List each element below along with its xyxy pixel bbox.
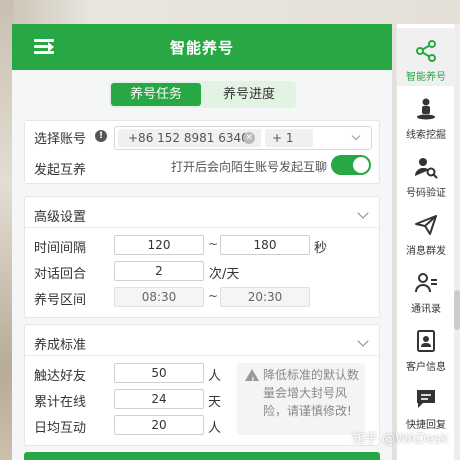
sidebar-item-smart-nurture[interactable]: 智能养号 [397, 28, 455, 86]
friends-input[interactable]: 50 [114, 363, 204, 383]
sidebar-item-label: 通讯录 [411, 304, 441, 315]
scrollbar[interactable] [454, 24, 460, 460]
chevron-down-icon[interactable] [357, 207, 369, 219]
period-start-input[interactable]: 08:30 [114, 287, 204, 307]
sidebar-item-lead-mining[interactable]: 线索挖掘 [397, 86, 455, 144]
period-label: 养号区间 [34, 293, 87, 308]
interval-max-input[interactable]: 180 [220, 235, 310, 255]
account-select[interactable]: +86 152 8981 6340 ✕ + 1 [114, 126, 372, 150]
interval-label: 时间间隔 [34, 241, 87, 256]
scrollbar-thumb[interactable] [454, 290, 460, 330]
initiate-hint: 打开后会向陌生账号发起互聊 [171, 160, 328, 174]
range-separator: ~ [208, 237, 219, 251]
sidebar-item-number-verify[interactable]: 号码验证 [397, 144, 455, 202]
right-sidebar: 智能养号 线索挖掘 号码验证 消息群发 通讯录 客户信息 快捷回复 [396, 24, 455, 460]
warning-note: ! 降低标准的默认数量会增大封号风险，请谨慎修改! [237, 363, 365, 435]
sidebar-item-contacts[interactable]: 通讯录 [397, 260, 455, 318]
divider [25, 227, 379, 228]
tab-group: 养号任务 养号进度 [109, 81, 296, 108]
rounds-unit: 次/天 [209, 267, 240, 282]
standard-title: 养成标准 [34, 338, 87, 353]
warning-text: 降低标准的默认数量会增大封号风险，请谨慎修改! [263, 368, 360, 418]
user-search-icon [415, 158, 438, 179]
rounds-label: 对话回合 [34, 267, 87, 282]
online-unit: 天 [208, 395, 222, 410]
send-icon [415, 215, 437, 235]
standard-card: 养成标准 触达好友 50 人 累计在线 24 天 日均互动 20 人 ! 降低标… [24, 324, 380, 446]
top-bar: 智能养号 [12, 24, 392, 70]
sidebar-item-label: 线索挖掘 [406, 130, 446, 141]
sidebar-item-label: 客户信息 [406, 362, 446, 373]
sidebar-item-label: 消息群发 [406, 246, 446, 257]
interact-input[interactable]: 20 [114, 415, 204, 435]
divider [25, 355, 379, 356]
id-card-icon [417, 330, 435, 352]
friends-label: 触达好友 [34, 369, 87, 384]
tab-tasks[interactable]: 养号任务 [111, 83, 201, 106]
warning-icon: ! [245, 369, 259, 385]
interval-unit: 秒 [314, 241, 328, 256]
chevron-down-icon[interactable] [351, 131, 361, 141]
close-icon[interactable]: ✕ [243, 132, 255, 144]
start-button[interactable] [24, 452, 380, 460]
select-account-label: 选择账号 [34, 132, 87, 147]
rounds-input[interactable]: 2 [114, 261, 204, 281]
account-tag-text: +86 152 8981 6340 [128, 131, 249, 145]
main-panel: 智能养号 养号任务 养号进度 选择账号 ! +86 152 8981 6340 … [12, 24, 392, 460]
account-card: 选择账号 ! +86 152 8981 6340 ✕ + 1 发起互养 打开后会… [24, 120, 380, 184]
watermark: 知乎 @WADesk [352, 432, 449, 447]
sidebar-item-label: 号码验证 [406, 188, 446, 199]
period-end-input[interactable]: 20:30 [220, 287, 310, 307]
interval-min-input[interactable]: 120 [114, 235, 204, 255]
advanced-title: 高级设置 [34, 210, 87, 225]
info-icon[interactable]: ! [95, 130, 107, 142]
share-icon [416, 40, 436, 62]
contacts-icon [415, 273, 437, 293]
page-title: 智能养号 [169, 39, 234, 57]
friends-unit: 人 [208, 369, 222, 384]
chevron-down-icon[interactable] [357, 335, 369, 347]
tab-progress[interactable]: 养号进度 [204, 83, 294, 106]
toggle-knob [353, 157, 369, 173]
account-tag: +86 152 8981 6340 ✕ [118, 129, 261, 147]
initiate-label: 发起互养 [34, 163, 87, 178]
sidebar-item-quick-reply[interactable]: 快捷回复 [397, 376, 455, 434]
more-count-tag: + 1 [265, 129, 313, 147]
online-input[interactable]: 24 [114, 389, 204, 409]
sidebar-item-label: 智能养号 [406, 72, 446, 83]
chat-reply-icon [417, 390, 435, 408]
sidebar-item-mass-message[interactable]: 消息群发 [397, 202, 455, 260]
interact-label: 日均互动 [34, 421, 87, 436]
person-dig-icon [417, 98, 435, 120]
range-separator: ~ [208, 289, 219, 303]
advanced-settings-card: 高级设置 时间间隔 120 ~ 180 秒 对话回合 2 次/天 养号区间 08… [24, 196, 380, 318]
interact-unit: 人 [208, 421, 222, 436]
online-label: 累计在线 [34, 395, 87, 410]
initiate-toggle[interactable] [331, 155, 371, 175]
sidebar-item-customer-info[interactable]: 客户信息 [397, 318, 455, 376]
